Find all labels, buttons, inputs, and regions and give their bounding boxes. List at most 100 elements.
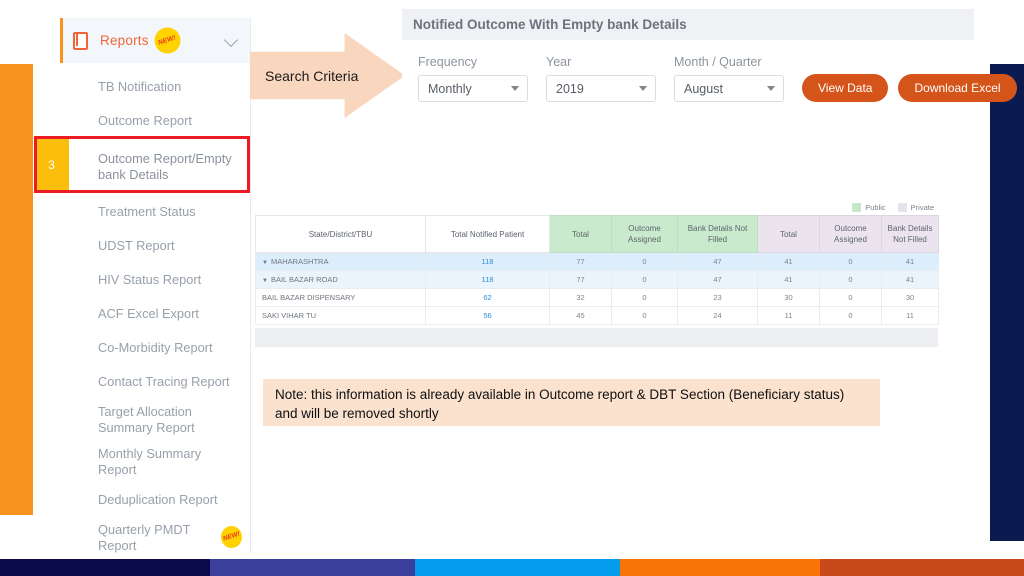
sidebar-item-label: Quarterly PMDT Report [98, 522, 191, 553]
sidebar-item-label: Contact Tracing Report [98, 374, 230, 389]
sidebar-item-label: Target Allocation Summary Report [98, 404, 195, 435]
view-data-button[interactable]: View Data [802, 74, 889, 102]
table-body: ▼ MAHARASHTRA 118 77 0 47 41 0 41 ▼ BAIL B… [255, 252, 939, 325]
cell-public-bank-not-filled: 23 [677, 288, 758, 307]
year-value: 2019 [556, 81, 584, 96]
cell-private-total: 11 [757, 306, 820, 325]
sidebar-header-reports[interactable]: Reports NEW! [60, 18, 250, 63]
sidebar-item-label: UDST Report [98, 238, 175, 253]
sidebar-item-treatment-status[interactable]: Treatment Status [60, 195, 250, 229]
cell-total-notified[interactable]: 62 [425, 288, 550, 307]
table-head: State/District/TBU Total Notified Patien… [255, 215, 939, 253]
sidebar-item-udst-report[interactable]: UDST Report [60, 229, 250, 263]
new-badge-icon: NEW! [155, 29, 179, 52]
sidebar-item-co-morbidity-report[interactable]: Co-Morbidity Report [60, 331, 250, 365]
row-name-cell[interactable]: BAIL BAZAR DISPENSARY [255, 288, 426, 307]
results-table-container: Public Private State/District/TBU Total … [255, 203, 939, 325]
sidebar-item-hiv-status-report[interactable]: HIV Status Report [60, 263, 250, 297]
search-criteria-arrow-annotation: Search Criteria [250, 33, 405, 118]
table-row[interactable]: ▼ MAHARASHTRA 118 77 0 47 41 0 41 [255, 252, 939, 271]
chevron-down-icon [511, 86, 519, 91]
new-badge-text: NEW! [222, 530, 241, 543]
note-callout: Note: this information is already availa… [263, 379, 880, 426]
cell-public-total: 77 [549, 252, 612, 271]
left-accent-bar [0, 64, 33, 515]
month-quarter-value: August [684, 81, 723, 96]
col-header-private-total: Total [757, 215, 820, 253]
table-row[interactable]: ▼ BAIL BAZAR ROAD 118 77 0 47 41 0 41 [255, 270, 939, 289]
cell-public-bank-not-filled: 47 [677, 270, 758, 289]
step-number-badge: 3 [34, 136, 69, 193]
sidebar-item-label: TB Notification [98, 79, 182, 94]
new-badge-icon: NEW! [221, 526, 242, 548]
legend-label-private: Private [910, 203, 934, 212]
cell-public-bank-not-filled: 47 [677, 252, 758, 271]
col-header-total-notified-patient: Total Notified Patient [425, 215, 550, 253]
sidebar-item-target-allocation-summary-report[interactable]: Target Allocation Summary Report [60, 399, 250, 441]
cell-private-total: 30 [757, 288, 820, 307]
right-accent-bar [990, 64, 1024, 541]
expander-triangle-icon[interactable]: ▼ [262, 278, 268, 284]
cell-public-total: 77 [549, 270, 612, 289]
cell-total-notified[interactable]: 118 [425, 270, 550, 289]
step-number-text: 3 [48, 157, 55, 172]
cell-private-outcome-assigned: 0 [819, 306, 882, 325]
sidebar-item-outcome-report[interactable]: Outcome Report [60, 104, 250, 138]
sidebar-item-label: Outcome Report [98, 113, 192, 128]
cell-total-notified[interactable]: 56 [425, 306, 550, 325]
row-name-cell[interactable]: SAKI VIHAR TU [255, 306, 426, 325]
report-panel: Notified Outcome With Empty bank Details… [402, 9, 1017, 119]
row-name-cell[interactable]: ▼ MAHARASHTRA [255, 252, 426, 271]
sidebar-item-tb-notification[interactable]: TB Notification [60, 70, 250, 104]
month-quarter-select[interactable]: August [674, 75, 784, 102]
legend-swatch-public [852, 203, 862, 212]
search-criteria-label: Search Criteria [265, 67, 359, 84]
new-badge-text: NEW! [157, 34, 177, 47]
sidebar-item-label: Treatment Status [98, 204, 196, 219]
slide-canvas: Reports NEW! TB Notification Outcome Rep… [0, 0, 1024, 576]
cell-public-outcome-assigned: 0 [611, 306, 678, 325]
row-label: SAKI VIHAR TU [262, 311, 317, 320]
cell-total-notified[interactable]: 118 [425, 252, 550, 271]
field-frequency: Frequency Monthly [418, 55, 528, 102]
row-name-cell[interactable]: ▼ BAIL BAZAR ROAD [255, 270, 426, 289]
results-table: State/District/TBU Total Notified Patien… [255, 215, 939, 325]
sidebar-item-contact-tracing-report[interactable]: Contact Tracing Report [60, 365, 250, 399]
sidebar-header-label: Reports [100, 33, 149, 48]
bottom-color-strip [0, 559, 1024, 576]
reports-sidebar: Reports NEW! TB Notification Outcome Rep… [34, 18, 251, 553]
row-label: BAIL BAZAR DISPENSARY [262, 293, 356, 302]
expander-triangle-icon[interactable]: ▼ [262, 260, 268, 266]
sidebar-item-label: Co-Morbidity Report [98, 340, 213, 355]
strip-band-4 [620, 559, 820, 576]
cell-public-outcome-assigned: 0 [611, 288, 678, 307]
sidebar-item-outcome-report-empty-bank-details[interactable]: 3 Outcome Report/Empty bank Details [34, 136, 250, 195]
field-year: Year 2019 [546, 55, 656, 102]
year-label: Year [546, 55, 572, 69]
table-row[interactable]: SAKI VIHAR TU 56 45 0 24 11 0 11 [255, 306, 939, 325]
sidebar-item-label: ACF Excel Export [98, 306, 199, 321]
cell-public-outcome-assigned: 0 [611, 270, 678, 289]
sidebar-item-label: Deduplication Report [98, 492, 218, 507]
sidebar-item-monthly-summary-report[interactable]: Monthly Summary Report [60, 441, 250, 483]
col-header-private-bank-details-not-filled: Bank Details Not Filled [881, 215, 939, 253]
sidebar-item-label: Monthly Summary Report [98, 446, 202, 477]
cell-private-bank-not-filled: 30 [881, 288, 939, 307]
sidebar-item-deduplication-report[interactable]: Deduplication Report [60, 483, 250, 517]
frequency-value: Monthly [428, 81, 472, 96]
sidebar-item-label: Outcome Report/Empty bank Details [98, 150, 232, 182]
month-quarter-label: Month / Quarter [674, 55, 762, 69]
col-header-public-bank-details-not-filled: Bank Details Not Filled [677, 215, 758, 253]
download-excel-button[interactable]: Download Excel [898, 74, 1017, 102]
chevron-down-icon[interactable] [223, 32, 239, 48]
year-select[interactable]: 2019 [546, 75, 656, 102]
cell-private-outcome-assigned: 0 [819, 288, 882, 307]
sidebar-item-quarterly-pmdt-report[interactable]: Quarterly PMDT Report NEW! [60, 517, 250, 559]
legend-swatch-private [897, 203, 907, 212]
table-footer-bar [255, 328, 938, 347]
strip-band-3 [415, 559, 620, 576]
sidebar-item-acf-excel-export[interactable]: ACF Excel Export [60, 297, 250, 331]
table-row[interactable]: BAIL BAZAR DISPENSARY 62 32 0 23 30 0 30 [255, 288, 939, 307]
frequency-select[interactable]: Monthly [418, 75, 528, 102]
cell-public-outcome-assigned: 0 [611, 252, 678, 271]
